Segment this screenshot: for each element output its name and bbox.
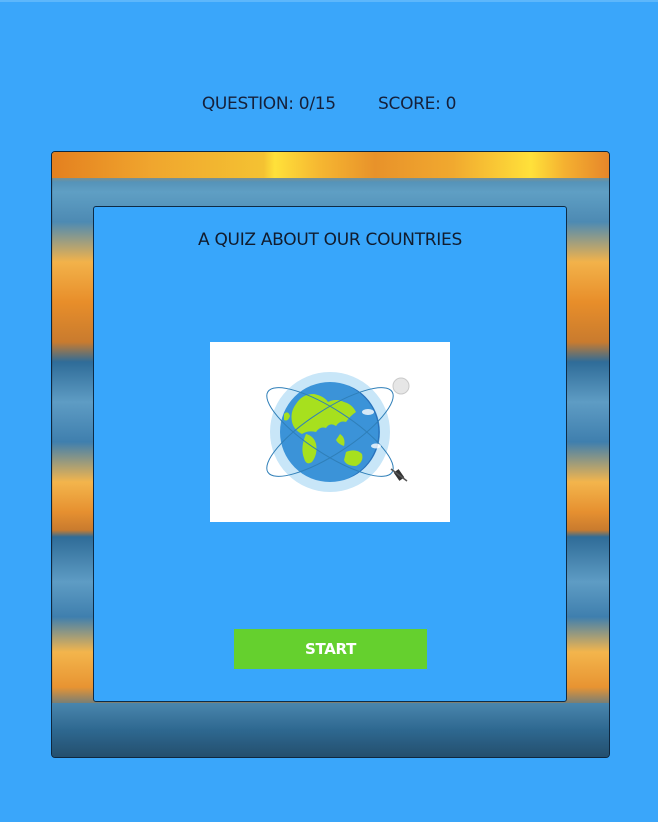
start-button[interactable]: START xyxy=(234,629,427,669)
frame-bottom-texture xyxy=(52,703,609,757)
quiz-panel: A QUIZ ABOUT OUR COUNTRIES START xyxy=(93,206,567,702)
question-counter: QUESTION: 0/15 xyxy=(201,94,336,114)
quiz-title: A QUIZ ABOUT OUR COUNTRIES xyxy=(198,230,462,250)
sunset-strip xyxy=(52,152,609,178)
score-counter: SCORE: 0 xyxy=(378,94,457,114)
globe-image xyxy=(210,342,450,522)
globe-icon xyxy=(266,372,410,492)
top-border xyxy=(0,0,658,2)
quiz-stats: QUESTION: 0/15 SCORE: 0 xyxy=(0,94,658,114)
